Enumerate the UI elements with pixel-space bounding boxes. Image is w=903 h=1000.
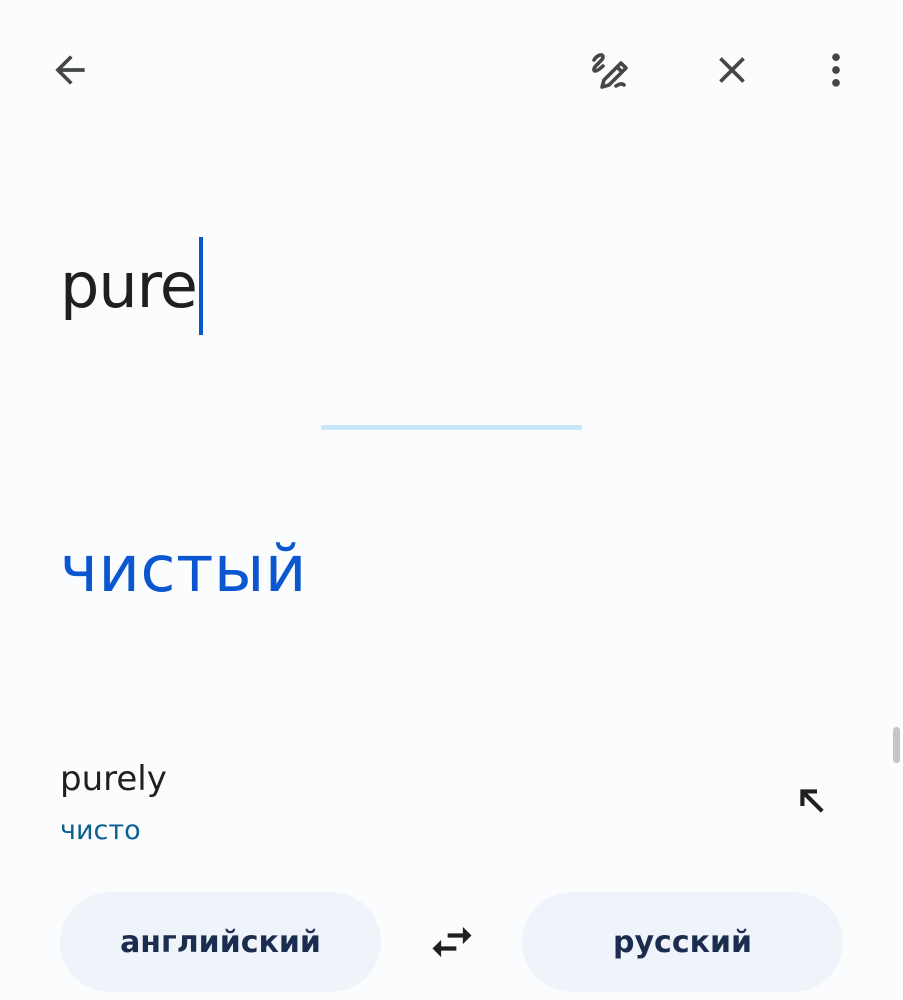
- arrow-back-icon: [55, 55, 85, 85]
- swap-languages-button[interactable]: [420, 910, 484, 974]
- more-vert-icon: [832, 53, 840, 87]
- handwriting-icon: [592, 53, 628, 89]
- text-caret: [198, 237, 203, 335]
- suggestion-item[interactable]: purely чисто: [60, 755, 850, 855]
- clear-button[interactable]: [700, 38, 764, 102]
- translation-result: чистый: [60, 533, 307, 607]
- source-language-button[interactable]: английский: [60, 892, 381, 992]
- use-suggestion-button[interactable]: [788, 777, 836, 825]
- arrow-up-left-icon: [800, 789, 824, 813]
- suggestion-term: purely: [60, 759, 167, 799]
- close-icon: [719, 57, 745, 83]
- more-options-button[interactable]: [804, 38, 868, 102]
- scrollbar-thumb[interactable]: [893, 727, 900, 763]
- swap-icon: [432, 926, 472, 958]
- back-button[interactable]: [38, 38, 102, 102]
- target-language-button[interactable]: русский: [522, 892, 843, 992]
- suggestion-translation: чисто: [60, 815, 141, 846]
- handwriting-button[interactable]: [578, 38, 642, 102]
- source-text: pure: [60, 249, 198, 322]
- input-divider: [321, 425, 582, 430]
- source-text-input[interactable]: pure: [60, 236, 203, 336]
